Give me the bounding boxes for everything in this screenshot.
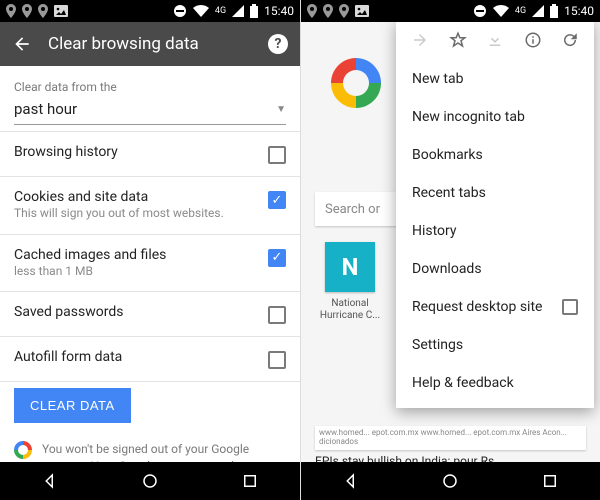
menu-settings[interactable]: Settings [396,326,594,364]
location-icon [22,4,32,18]
tile-letter: N [325,242,375,292]
checkbox[interactable] [268,351,286,369]
wifi-icon [493,5,509,17]
search-input[interactable]: Search or [315,192,400,226]
option-cookies[interactable]: Cookies and site data This will sign you… [14,177,286,234]
battery-icon [550,4,558,18]
status-bar: 4G 15:40 [301,0,600,22]
suggestion-cards: www.homed... epot.com.mx www.homed... ep… [315,426,586,450]
battery-icon [250,4,258,18]
star-icon[interactable] [448,30,468,50]
nav-recent-icon[interactable] [241,472,259,490]
overflow-menu: New tab New incognito tab Bookmarks Rece… [396,22,594,408]
nav-recent-icon[interactable] [541,472,559,490]
image-icon [54,5,68,17]
location-icon [38,4,48,18]
location-icon [6,4,16,18]
signal-icon [532,5,544,17]
image-icon [355,5,369,17]
forward-icon[interactable] [410,30,430,50]
menu-downloads[interactable]: Downloads [396,250,594,288]
nav-bar [0,462,300,500]
chevron-down-icon: ▼ [276,104,286,115]
checkbox[interactable] [268,306,286,324]
timerange-dropdown[interactable]: past hour ▼ [14,94,286,125]
article-headline[interactable]: EPIs stay bullish on India: pour Rs [315,454,494,462]
location-icon [339,4,349,18]
page-title: Clear browsing data [48,34,252,54]
google-logo-icon [14,441,32,459]
timerange-label: Clear data from the [14,80,286,94]
shortcut-tile[interactable]: N National Hurricane C... [315,242,385,322]
nav-home-icon[interactable] [441,472,459,490]
signal-icon [232,5,244,17]
search-placeholder: Search or [325,202,380,217]
google-account-note: You won't be signed out of your Google a… [14,441,286,462]
clear-data-content: Clear data from the past hour ▼ Browsing… [0,66,300,462]
timerange-value: past hour [14,100,77,118]
clock: 15:40 [264,4,294,18]
option-sublabel: less than 1 MB [14,264,258,280]
menu-history[interactable]: History [396,212,594,250]
status-bar: 4G 15:40 [0,0,300,22]
option-sublabel: This will sign you out of most websites. [14,206,258,222]
option-cache[interactable]: Cached images and files less than 1 MB [14,235,286,292]
option-label: Cookies and site data [14,189,258,205]
dnd-icon [473,4,487,18]
google-logo-icon [331,58,381,108]
chrome-home: Search or N National Hurricane C... DOGn… [301,22,600,462]
clock: 15:40 [564,4,594,18]
option-browsing-history[interactable]: Browsing history [14,132,286,176]
phone-left: 4G 15:40 Clear browsing data ? Clear dat… [0,0,300,500]
option-label: Autofill form data [14,349,258,365]
menu-new-incognito[interactable]: New incognito tab [396,98,594,136]
refresh-icon[interactable] [560,30,580,50]
checkbox[interactable] [562,299,578,315]
signal-text: 4G [215,6,226,16]
back-icon[interactable] [12,34,32,54]
nav-back-icon[interactable] [342,472,360,490]
phone-right: 4G 15:40 Search or N National Hurricane … [300,0,600,500]
nav-bar [301,462,600,500]
menu-help[interactable]: Help & feedback [396,364,594,402]
option-label: Cached images and files [14,247,258,263]
checkbox[interactable] [268,146,286,164]
nav-back-icon[interactable] [41,472,59,490]
checkbox[interactable] [268,191,286,209]
nav-home-icon[interactable] [141,472,159,490]
option-passwords[interactable]: Saved passwords [14,292,286,336]
menu-bookmarks[interactable]: Bookmarks [396,136,594,174]
menu-request-desktop[interactable]: Request desktop site [396,288,594,326]
option-label: Browsing history [14,144,258,160]
option-autofill[interactable]: Autofill form data [14,337,286,381]
tile-label: National Hurricane C... [315,298,385,322]
menu-icon-row [396,22,594,60]
location-icon [307,4,317,18]
option-label: Saved passwords [14,304,258,320]
clear-data-button[interactable]: CLEAR DATA [14,388,131,423]
checkbox[interactable] [268,249,286,267]
download-icon[interactable] [485,30,505,50]
help-icon[interactable]: ? [268,34,288,54]
menu-new-tab[interactable]: New tab [396,60,594,98]
google-note-text: You won't be signed out of your Google a… [42,441,282,462]
menu-recent-tabs[interactable]: Recent tabs [396,174,594,212]
location-icon [323,4,333,18]
dnd-icon [173,4,187,18]
signal-text: 4G [515,6,526,16]
info-icon[interactable] [523,30,543,50]
suggestion-card[interactable]: www.homed... epot.com.mx www.homed... ep… [315,426,586,450]
wifi-icon [193,5,209,17]
app-bar: Clear browsing data ? [0,22,300,66]
